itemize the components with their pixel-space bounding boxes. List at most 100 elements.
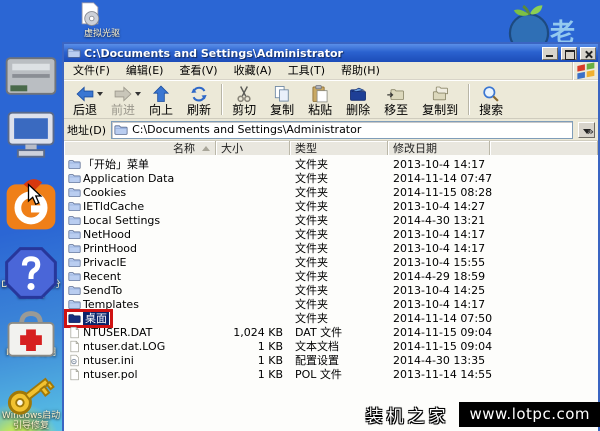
file-name-wrap[interactable]: NetHood <box>67 228 132 241</box>
address-folder-icon <box>114 123 128 137</box>
menu-item[interactable]: 编辑(E) <box>118 60 172 81</box>
column-header[interactable]: 类型 <box>290 141 388 155</box>
minimize-button[interactable] <box>542 46 558 60</box>
dropdown-arrow-icon[interactable] <box>97 92 104 99</box>
menu-item[interactable]: 查看(V) <box>171 60 225 81</box>
file-name-wrap[interactable]: SendTo <box>67 284 123 297</box>
file-name-wrap[interactable]: Local Settings <box>67 214 161 227</box>
table-row[interactable]: PrintHood 文件夹 2013-10-4 14:17 <box>64 241 598 255</box>
file-type: 文件夹 <box>295 171 328 185</box>
page-icon <box>68 340 81 353</box>
file-name-wrap[interactable]: Recent <box>67 270 122 283</box>
file-name-wrap[interactable]: ntuser.ini <box>67 354 135 367</box>
close-button[interactable] <box>580 46 596 60</box>
file-date: 2014-11-15 08:28 <box>393 185 493 199</box>
toolbar-button[interactable]: 前进 <box>104 82 142 117</box>
maximize-button[interactable] <box>561 46 577 60</box>
toolbar-button[interactable]: 删除 <box>339 82 377 117</box>
file-name-wrap[interactable]: ntuser.dat.LOG <box>67 340 166 353</box>
sort-ascending-icon <box>202 145 210 151</box>
table-row[interactable]: Recent 文件夹 2014-4-29 18:59 <box>64 269 598 283</box>
file-name-wrap[interactable]: Cookies <box>67 186 127 199</box>
desktop-icon-label: 虚拟光驱 <box>83 29 120 39</box>
menu-item[interactable]: 帮助(H) <box>333 60 388 81</box>
toolbar-button[interactable]: 刷新 <box>180 82 218 117</box>
table-row[interactable]: Cookies 文件夹 2014-11-15 08:28 <box>64 185 598 199</box>
file-name: 桌面 <box>83 311 109 325</box>
file-name-wrap[interactable]: PrintHood <box>67 242 138 255</box>
column-header[interactable]: 修改日期 <box>388 141 490 155</box>
toolbar-button[interactable]: 粘贴 <box>301 82 339 117</box>
toolbar-button-label: 粘贴 <box>308 102 333 117</box>
menu-item[interactable]: 工具(T) <box>280 60 333 81</box>
folder-icon <box>68 242 81 255</box>
column-header-label: 类型 <box>295 142 317 155</box>
file-name-wrap[interactable]: NTUSER.DAT <box>67 326 153 339</box>
toolbar-button[interactable]: 复制到 <box>415 82 465 117</box>
toolbar-button-label: 复制到 <box>422 102 459 117</box>
file-name-wrap[interactable]: IETldCache <box>67 200 145 213</box>
file-name: NTUSER.DAT <box>83 325 153 339</box>
file-name: ntuser.dat.LOG <box>83 339 166 353</box>
file-name: Local Settings <box>83 213 161 227</box>
watermark-brand: 装机之家 <box>365 407 450 427</box>
file-date: 2014-11-14 07:47 <box>393 171 493 185</box>
table-row[interactable]: Local Settings 文件夹 2014-4-30 13:21 <box>64 213 598 227</box>
page-icon <box>68 368 81 381</box>
column-header[interactable] <box>490 141 598 155</box>
pe-peach-icon <box>1 389 61 431</box>
table-row[interactable]: IETldCache 文件夹 2013-10-4 14:27 <box>64 199 598 213</box>
toolbar-button[interactable]: 向上 <box>142 82 180 117</box>
table-row[interactable]: Application Data 文件夹 2014-11-14 07:47 <box>64 171 598 185</box>
column-header[interactable]: 大小 <box>216 141 290 155</box>
file-type: 文件夹 <box>295 297 328 311</box>
file-name-wrap[interactable]: ntuser.pol <box>67 368 139 381</box>
file-size: 1 KB <box>257 353 283 367</box>
table-row[interactable]: NTUSER.DAT 1,024 KB DAT 文件 2014-11-15 09… <box>64 325 598 339</box>
virtual-cdrom-icon <box>76 1 128 29</box>
menu-item[interactable]: 文件(F) <box>65 60 118 81</box>
folder-icon <box>68 214 81 227</box>
toolbar-button-label: 向上 <box>149 102 174 117</box>
folder-icon <box>68 284 81 297</box>
toolbar-button[interactable]: 搜索 <box>472 82 510 117</box>
desktop-icon[interactable] <box>1 0 61 150</box>
table-row[interactable]: PrivacIE 文件夹 2013-10-4 15:55 <box>64 255 598 269</box>
table-row[interactable]: ntuser.ini 1 KB 配置设置 2014-4-30 13:35 <box>64 353 598 367</box>
table-row[interactable]: Templates 文件夹 2013-10-4 14:17 <box>64 297 598 311</box>
toolbar-separator <box>468 84 470 115</box>
desktop-icon-virtual-cdrom[interactable]: 虚拟光驱 <box>76 1 128 39</box>
up-arrow-icon <box>151 84 171 104</box>
table-row[interactable]: NetHood 文件夹 2013-10-4 14:17 <box>64 227 598 241</box>
table-row[interactable]: ntuser.pol 1 KB POL 文件 2013-11-14 14:55 <box>64 367 598 381</box>
table-row[interactable]: ntuser.dat.LOG 1 KB 文本文档 2014-11-15 09:0… <box>64 339 598 353</box>
file-name-wrap[interactable]: 「开始」菜单 <box>67 158 150 171</box>
file-date: 2014-4-30 13:21 <box>393 213 486 227</box>
toolbar-button[interactable]: 剪切 <box>225 82 263 117</box>
toolbar-button[interactable]: 移至 <box>377 82 415 117</box>
toolbar-button[interactable]: 复制 <box>263 82 301 117</box>
table-row[interactable]: 桌面 文件夹 2014-11-14 07:50 <box>64 308 598 328</box>
file-type: 文本文档 <box>295 339 339 353</box>
table-row[interactable]: SendTo 文件夹 2013-10-4 14:25 <box>64 283 598 297</box>
table-row[interactable]: 「开始」菜单 文件夹 2013-10-4 14:17 <box>64 157 598 171</box>
desktop-icon[interactable]: 老毛桃PE一键装机 <box>1 389 61 431</box>
file-name: PrivacIE <box>83 255 127 269</box>
file-name-wrap[interactable]: PrivacIE <box>67 256 128 269</box>
file-type: 文件夹 <box>295 269 328 283</box>
copy-to-icon <box>430 84 450 104</box>
toolbar-overflow-chevron[interactable]: » <box>587 125 594 138</box>
dropdown-arrow-icon[interactable] <box>135 92 142 99</box>
file-name-wrap[interactable]: Templates <box>67 298 140 311</box>
toolbar-button[interactable]: 后退 <box>66 82 104 117</box>
file-name-wrap[interactable]: 桌面 <box>64 308 113 328</box>
toolbar-button-label: 搜索 <box>479 102 504 117</box>
menu-item[interactable]: 收藏(A) <box>226 60 280 81</box>
address-label: 地址(D) <box>67 123 107 137</box>
address-input[interactable]: C:\Documents and Settings\Administrator <box>111 120 573 139</box>
column-header[interactable]: 名称 <box>64 141 216 155</box>
file-name-wrap[interactable]: Application Data <box>67 172 175 185</box>
address-bar: 地址(D) C:\Documents and Settings\Administ… <box>64 119 598 141</box>
file-name: Cookies <box>83 185 127 199</box>
cut-icon <box>234 84 254 104</box>
